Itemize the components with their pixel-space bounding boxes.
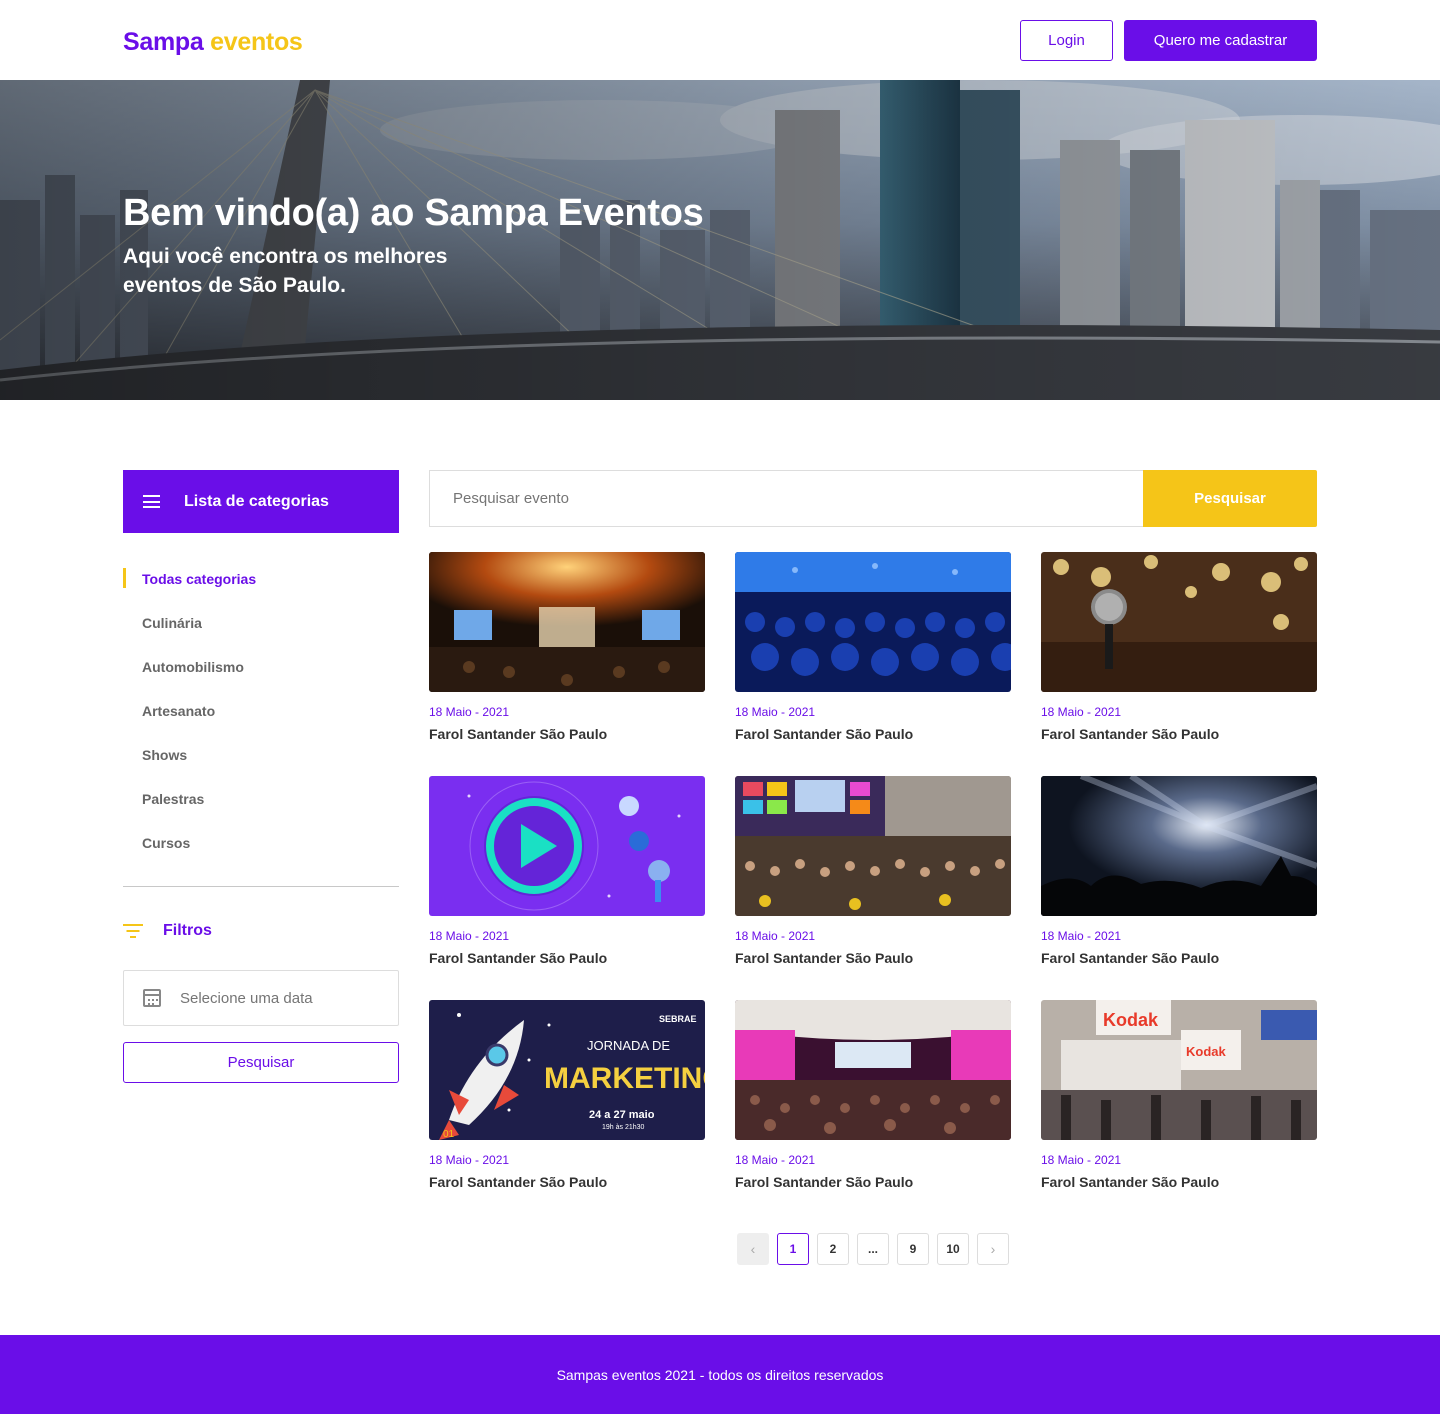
pagination-page[interactable]: 2 (817, 1233, 849, 1265)
pagination: ‹ 1 2 ... 9 10 › (737, 1233, 1009, 1265)
poster-dates: 24 a 27 maio (589, 1109, 655, 1121)
event-title[interactable]: Farol Santander São Paulo (1041, 726, 1317, 742)
event-card[interactable]: 18 Maio - 2021 Farol Santander São Paulo (1041, 552, 1317, 742)
event-date: 18 Maio - 2021 (1041, 705, 1122, 719)
poster-number: 01 (443, 1129, 455, 1140)
event-card[interactable]: 18 Maio - 2021 Farol Santander São Paulo (735, 1000, 1011, 1190)
register-button[interactable]: Quero me cadastrar (1124, 20, 1317, 61)
poster-line1: JORNADA DE (587, 1038, 670, 1053)
event-image-expo-booth[interactable]: Kodak Kodak (1041, 1000, 1317, 1140)
hero-overlay (0, 80, 1440, 400)
event-image-marketing-poster[interactable]: SEBRAE JORNADA DE MARKETING 24 a 27 maio… (429, 1000, 705, 1140)
event-date: 18 Maio - 2021 (735, 705, 816, 719)
event-title[interactable]: Farol Santander São Paulo (735, 726, 1011, 742)
event-image-microphone[interactable] (1041, 552, 1317, 692)
logo-word-sampa: Sampa (123, 28, 204, 56)
event-title[interactable]: Farol Santander São Paulo (429, 726, 705, 742)
event-title[interactable]: Farol Santander São Paulo (735, 1174, 1011, 1190)
date-picker-field[interactable] (123, 970, 399, 1026)
hero-subtitle: Aqui você encontra os melhores eventos d… (123, 245, 448, 297)
event-title[interactable]: Farol Santander São Paulo (1041, 950, 1317, 966)
event-date: 18 Maio - 2021 (429, 1153, 510, 1167)
filters-title: Filtros (163, 922, 212, 939)
event-card[interactable]: 18 Maio - 2021 Farol Santander São Paulo (735, 776, 1011, 966)
category-item-artesanato[interactable]: Artesanato (123, 689, 399, 733)
event-image-concert[interactable] (1041, 776, 1317, 916)
logo-word-eventos: eventos (210, 28, 303, 56)
event-title[interactable]: Farol Santander São Paulo (429, 950, 705, 966)
event-card[interactable]: 18 Maio - 2021 Farol Santander São Paulo (429, 776, 705, 966)
booth-brand-1: Kodak (1103, 1010, 1159, 1030)
top-navbar: Sampa eventos Login Quero me cadastrar (0, 0, 1440, 80)
filters-heading: Filtros (123, 922, 212, 940)
sidebar-search-button[interactable]: Pesquisar (123, 1042, 399, 1083)
event-image-stage[interactable] (429, 552, 705, 692)
pagination-page[interactable]: 9 (897, 1233, 929, 1265)
pagination-next-button[interactable]: › (977, 1233, 1009, 1265)
calendar-icon (143, 989, 161, 1007)
login-button[interactable]: Login (1020, 20, 1113, 61)
event-date: 18 Maio - 2021 (1041, 1153, 1122, 1167)
event-search-input[interactable] (453, 490, 1093, 507)
event-card[interactable]: Kodak Kodak 18 Maio - 2021 Farol Santand… (1041, 1000, 1317, 1190)
event-card[interactable]: 18 Maio - 2021 Farol Santander São Paulo (1041, 776, 1317, 966)
event-card[interactable]: 18 Maio - 2021 Farol Santander São Paulo (735, 552, 1011, 742)
event-date: 18 Maio - 2021 (1041, 929, 1122, 943)
hero-banner: Bem vindo(a) ao Sampa Eventos Aqui você … (0, 80, 1440, 400)
category-item-todas[interactable]: Todas categorias (123, 557, 399, 601)
category-item-shows[interactable]: Shows (123, 733, 399, 777)
event-title[interactable]: Farol Santander São Paulo (429, 1174, 705, 1190)
event-image-play-illustration[interactable] (429, 776, 705, 916)
pagination-prev-button[interactable]: ‹ (737, 1233, 769, 1265)
footer: Sampas eventos 2021 - todos os direitos … (0, 1335, 1440, 1414)
poster-line2: MARKETING (544, 1062, 705, 1095)
hamburger-menu-icon (143, 495, 160, 508)
event-date: 18 Maio - 2021 (429, 929, 510, 943)
event-title[interactable]: Farol Santander São Paulo (735, 950, 1011, 966)
event-image-conference[interactable] (735, 776, 1011, 916)
category-item-automobilismo[interactable]: Automobilismo (123, 645, 399, 689)
event-date: 18 Maio - 2021 (735, 929, 816, 943)
event-date: 18 Maio - 2021 (735, 1153, 816, 1167)
pagination-page[interactable]: 10 (937, 1233, 969, 1265)
event-card[interactable]: 18 Maio - 2021 Farol Santander São Paulo (429, 552, 705, 742)
event-date: 18 Maio - 2021 (429, 705, 510, 719)
filter-icon (123, 924, 143, 938)
category-list: Todas categorias Culinária Automobilismo… (123, 557, 399, 865)
categories-title: Lista de categorias (184, 492, 329, 510)
event-title[interactable]: Farol Santander São Paulo (1041, 1174, 1317, 1190)
event-card[interactable]: SEBRAE JORNADA DE MARKETING 24 a 27 maio… (429, 1000, 705, 1190)
sidebar-divider (123, 886, 399, 887)
category-item-cursos[interactable]: Cursos (123, 821, 399, 865)
categories-header[interactable]: Lista de categorias (123, 470, 399, 533)
sebrae-logo: SEBRAE (659, 1014, 697, 1024)
site-logo[interactable]: Sampa eventos (123, 28, 303, 57)
pagination-page[interactable]: 1 (777, 1233, 809, 1265)
event-image-auditorium[interactable] (735, 1000, 1011, 1140)
pagination-ellipsis: ... (857, 1233, 889, 1265)
booth-brand-2: Kodak (1186, 1044, 1227, 1059)
event-image-audience[interactable] (735, 552, 1011, 692)
footer-copyright: Sampas eventos 2021 - todos os direitos … (556, 1366, 884, 1383)
category-item-culinaria[interactable]: Culinária (123, 601, 399, 645)
event-search-box (429, 470, 1143, 527)
event-search-button[interactable]: Pesquisar (1143, 470, 1317, 527)
category-item-palestras[interactable]: Palestras (123, 777, 399, 821)
hero-title: Bem vindo(a) ao Sampa Eventos (123, 192, 704, 234)
date-input[interactable] (180, 989, 380, 1007)
poster-time: 19h às 21h30 (602, 1124, 645, 1131)
